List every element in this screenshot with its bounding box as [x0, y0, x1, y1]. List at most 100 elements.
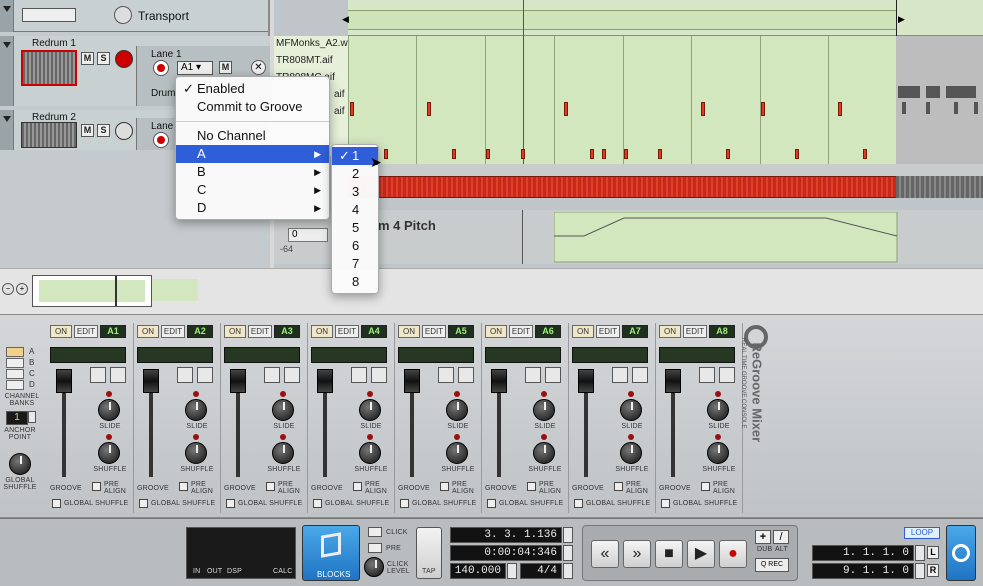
file-item[interactable]: MFMonks_A2.w [274, 36, 348, 53]
submenu-item-7[interactable]: 7 [332, 255, 378, 273]
pre-align-checkbox[interactable] [179, 482, 188, 491]
menu-item-enabled[interactable]: ✓ Enabled [176, 80, 329, 98]
shuffle-knob[interactable] [533, 442, 555, 464]
groove-patch-display[interactable] [398, 347, 474, 363]
channel-on-button[interactable]: ON [224, 325, 246, 338]
pre-align-checkbox[interactable] [92, 482, 101, 491]
groove-fader-handle[interactable] [317, 369, 333, 393]
channel-on-button[interactable]: ON [398, 325, 420, 338]
bank-button-b[interactable] [6, 358, 24, 368]
redrum-device-thumbnail[interactable] [21, 122, 77, 148]
bank-button-a[interactable] [6, 347, 24, 357]
note-block[interactable] [602, 149, 606, 159]
slide-knob[interactable] [533, 399, 555, 421]
note-block[interactable] [564, 102, 568, 116]
right-locator-stepper[interactable] [915, 563, 925, 579]
note-block[interactable] [350, 102, 354, 116]
patch-nav-button[interactable] [177, 367, 193, 383]
slide-knob[interactable] [272, 399, 294, 421]
pre-toggle[interactable] [368, 543, 382, 553]
right-locator-display[interactable]: 9. 1. 1. 0 [812, 563, 914, 579]
channel-on-button[interactable]: ON [572, 325, 594, 338]
note-block[interactable] [726, 149, 730, 159]
groove-patch-display[interactable] [224, 347, 300, 363]
slide-knob[interactable] [620, 399, 642, 421]
left-locator-icon[interactable]: ◀ [342, 14, 349, 25]
groove-patch-display[interactable] [137, 347, 213, 363]
note-block[interactable] [521, 149, 525, 159]
slide-knob[interactable] [98, 399, 120, 421]
channel-on-button[interactable]: ON [50, 325, 72, 338]
channel-edit-button[interactable]: EDIT [335, 325, 359, 338]
position-stepper[interactable] [563, 527, 573, 543]
left-locator-button[interactable]: L [927, 546, 939, 559]
groove-fader-handle[interactable] [230, 369, 246, 393]
pitch-automation-lane[interactable]: m 4 Pitch 0 -64 [274, 210, 983, 264]
patch-nav-button[interactable] [438, 367, 454, 383]
browse-folder-icon[interactable] [197, 367, 213, 383]
navigator-handle[interactable] [115, 276, 117, 306]
left-locator-display[interactable]: 1. 1. 1. 0 [812, 545, 914, 561]
note-block[interactable] [624, 149, 628, 159]
browse-folder-icon[interactable] [719, 367, 735, 383]
slide-knob[interactable] [446, 399, 468, 421]
play-button[interactable]: ▶ [687, 540, 715, 568]
channel-edit-button[interactable]: EDIT [74, 325, 98, 338]
browse-folder-icon[interactable] [110, 367, 126, 383]
shuffle-knob[interactable] [272, 442, 294, 464]
patch-nav-button[interactable] [90, 367, 106, 383]
lane-record-icon[interactable] [153, 132, 169, 148]
navigator-overview[interactable] [32, 275, 152, 307]
global-shuffle-checkbox[interactable] [313, 499, 322, 508]
click-toggle[interactable] [368, 527, 382, 537]
browse-folder-icon[interactable] [632, 367, 648, 383]
pre-align-checkbox[interactable] [353, 482, 362, 491]
transport-track[interactable]: Transport [0, 0, 270, 32]
patch-nav-button[interactable] [264, 367, 280, 383]
groove-fader-handle[interactable] [665, 369, 681, 393]
channel-on-button[interactable]: ON [485, 325, 507, 338]
groove-patch-display[interactable] [572, 347, 648, 363]
menu-item-no-channel[interactable]: No Channel [176, 127, 329, 145]
note-block[interactable] [658, 149, 662, 159]
groove-select-dropdown[interactable]: A1 ▾ [177, 61, 213, 75]
pre-align-checkbox[interactable] [527, 482, 536, 491]
anchor-point-display[interactable]: 1 [6, 411, 28, 425]
collapse-triangle-icon[interactable] [3, 6, 11, 12]
global-shuffle-knob[interactable] [9, 453, 31, 475]
menu-item-c[interactable]: C ▶ [176, 181, 329, 199]
note-block[interactable] [838, 102, 842, 116]
redrum-device-thumbnail[interactable] [21, 50, 77, 86]
shuffle-knob[interactable] [185, 442, 207, 464]
collapse-triangle-icon[interactable] [3, 42, 11, 48]
shuffle-knob[interactable] [98, 442, 120, 464]
note-block[interactable] [452, 149, 456, 159]
shuffle-knob[interactable] [446, 442, 468, 464]
global-shuffle-checkbox[interactable] [487, 499, 496, 508]
shuffle-knob[interactable] [620, 442, 642, 464]
stop-button[interactable]: ■ [655, 540, 683, 568]
pre-align-checkbox[interactable] [614, 482, 623, 491]
groove-fader-handle[interactable] [491, 369, 507, 393]
click-level-knob[interactable] [364, 557, 384, 577]
groove-fader-handle[interactable] [143, 369, 159, 393]
collapse-triangle-icon[interactable] [3, 116, 11, 122]
file-item[interactable]: TR808MT.aif [274, 53, 348, 70]
note-block[interactable] [761, 102, 765, 116]
pre-align-checkbox[interactable] [266, 482, 275, 491]
channel-edit-button[interactable]: EDIT [248, 325, 272, 338]
reason-logo-button[interactable] [946, 525, 976, 581]
patch-nav-button[interactable] [612, 367, 628, 383]
note-block[interactable] [384, 149, 388, 159]
submenu-item-5[interactable]: 5 [332, 219, 378, 237]
groove-patch-display[interactable] [485, 347, 561, 363]
solo-button[interactable]: S [97, 52, 110, 65]
tap-button[interactable]: TAP [416, 527, 442, 579]
velocity-lane[interactable] [348, 176, 983, 198]
zoom-in-icon[interactable]: + [16, 283, 28, 295]
transport-clip[interactable] [348, 10, 896, 30]
left-locator-stepper[interactable] [915, 545, 925, 561]
position-display[interactable]: 3. 3. 1.136 [450, 527, 562, 543]
record-button[interactable]: ● [719, 540, 747, 568]
anchor-stepper[interactable] [28, 411, 36, 423]
